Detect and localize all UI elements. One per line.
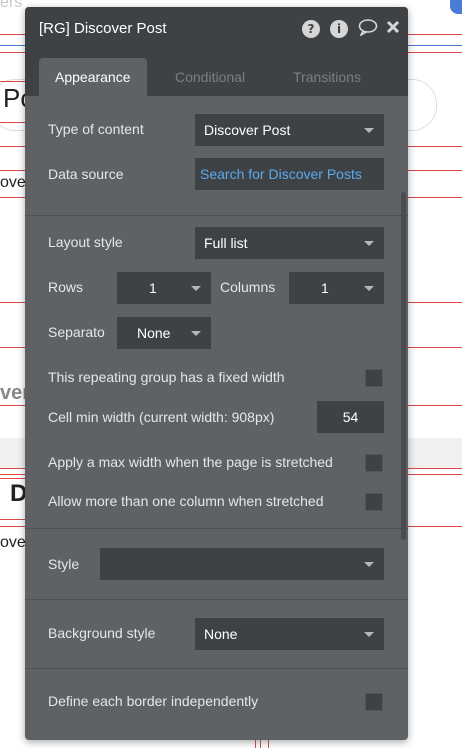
layout-style-label: Layout style (48, 234, 123, 250)
canvas-text-fragment: ers (0, 0, 23, 11)
background-style-label: Background style (48, 625, 156, 641)
chevron-down-icon (364, 632, 374, 637)
style-label: Style (48, 556, 80, 572)
tab-appearance[interactable]: Appearance (39, 58, 147, 96)
tab-transitions[interactable]: Transitions (293, 58, 361, 96)
panel-titlebar[interactable]: [RG] Discover Post ? i (25, 7, 408, 50)
panel-scrollbar[interactable] (401, 192, 406, 540)
close-icon[interactable] (386, 20, 400, 38)
type-of-content-label: Type of content (48, 121, 144, 137)
max-width-label: Apply a max width when the page is stret… (48, 454, 333, 470)
border-independent-checkbox[interactable] (365, 693, 383, 711)
panel-tabs: Appearance Conditional Transitions (25, 50, 408, 96)
chevron-down-icon (364, 562, 374, 567)
rows-value: 1 (149, 280, 157, 296)
columns-value: 1 (321, 280, 329, 296)
columns-dropdown[interactable]: 1 (289, 272, 384, 304)
property-editor-panel: [RG] Discover Post ? i Appearance Condit… (25, 7, 408, 740)
separator-label: Separato (48, 324, 105, 340)
info-icon[interactable]: i (330, 19, 348, 38)
separator-dropdown[interactable]: None (117, 317, 211, 349)
max-width-checkbox[interactable] (365, 454, 383, 472)
tab-conditional[interactable]: Conditional (175, 58, 245, 96)
cell-min-width-label: Cell min width (current width: 908px) (48, 409, 275, 425)
layout-style-value: Full list (204, 235, 248, 251)
more-columns-label: Allow more than one column when stretche… (48, 493, 324, 509)
chevron-down-icon (191, 286, 201, 291)
rows-label: Rows (48, 279, 84, 295)
chevron-down-icon (364, 241, 374, 246)
more-columns-checkbox[interactable] (365, 493, 383, 511)
border-independent-label: Define each border independently (48, 693, 259, 709)
panel-title: [RG] Discover Post (39, 20, 167, 37)
comment-icon[interactable] (358, 18, 378, 40)
help-icon[interactable]: ? (302, 19, 320, 38)
data-source-expression[interactable]: Search for Discover Posts (195, 158, 384, 190)
background-style-dropdown[interactable]: None (195, 618, 384, 650)
fixed-width-label: This repeating group has a fixed width (48, 369, 285, 385)
canvas-text-fragment: ove (0, 534, 26, 551)
canvas-text-fragment: ove (0, 174, 26, 191)
separator-value: None (137, 325, 171, 341)
background-style-value: None (204, 626, 238, 642)
chevron-down-icon (364, 286, 374, 291)
panel-body: Type of content Discover Post Data sourc… (25, 96, 408, 740)
chevron-down-icon (364, 128, 374, 133)
chevron-down-icon (191, 331, 201, 336)
fixed-width-checkbox[interactable] (365, 369, 383, 387)
data-source-label: Data source (48, 166, 124, 182)
type-of-content-value: Discover Post (204, 122, 291, 138)
columns-label: Columns (220, 279, 276, 295)
cell-min-width-input[interactable]: 54 (317, 401, 384, 433)
type-of-content-dropdown[interactable]: Discover Post (195, 114, 384, 146)
rows-dropdown[interactable]: 1 (117, 272, 211, 304)
layout-style-dropdown[interactable]: Full list (195, 227, 384, 259)
style-dropdown[interactable] (100, 548, 384, 580)
